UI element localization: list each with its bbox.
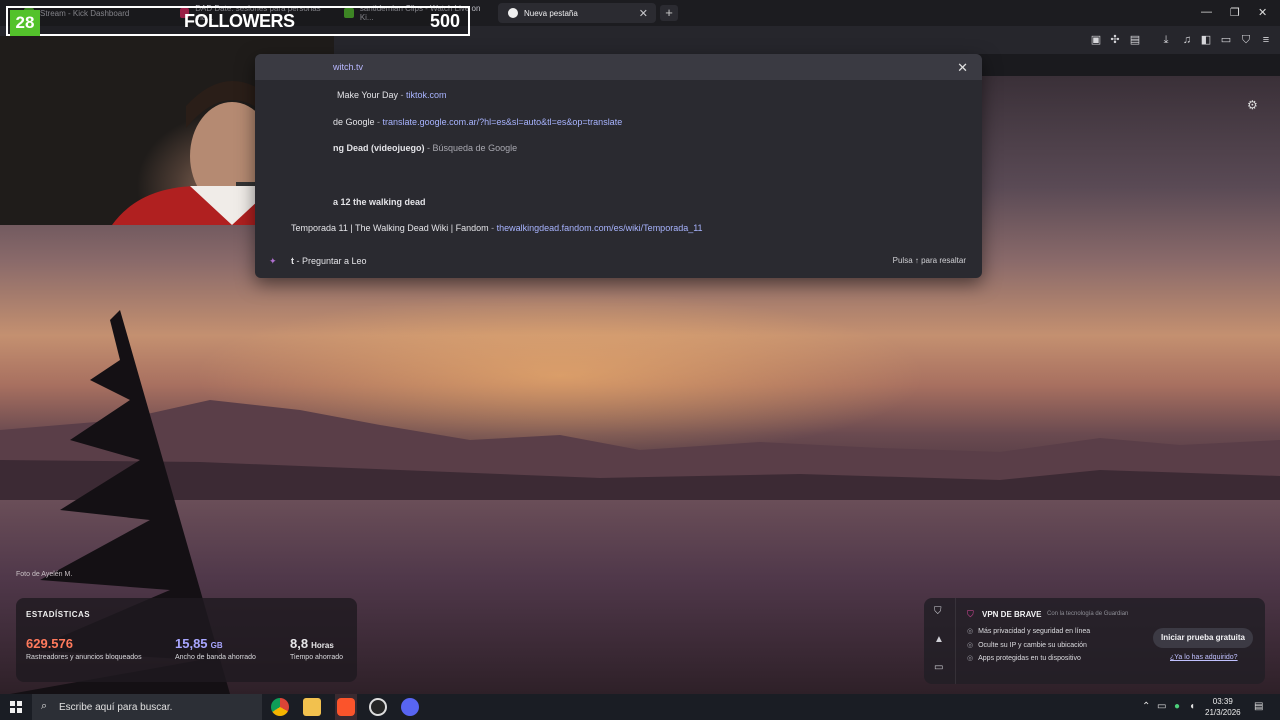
network-icon[interactable]: ▭ <box>1157 701 1166 712</box>
taskbar-search[interactable]: ⌕ Escribe aquí para buscar. <box>32 694 262 720</box>
followers-goal: 500 <box>429 11 460 31</box>
vpn-logo-icon: ⛉ <box>967 609 974 619</box>
vpn-tech-label: Con la tecnología de Guardian <box>1047 611 1129 617</box>
vpn-title: VPN DE BRAVE <box>982 610 1042 619</box>
reader-icon[interactable]: ▤ <box>1128 34 1142 46</box>
highlight-hint: Pulsa ↑ para resaltar <box>892 256 966 265</box>
status-dot-icon[interactable]: ● <box>1174 701 1180 712</box>
already-purchased-link[interactable]: ¿Ya lo has adquirido? <box>1170 654 1238 661</box>
check-icon: ◎ <box>967 655 974 662</box>
followers-goal-widget: 28 FOLLOWERS 500 <box>6 6 470 36</box>
brave-tab-icon <box>508 8 518 18</box>
warning-icon[interactable]: ▲ <box>934 634 944 645</box>
card-icon[interactable]: ▭ <box>934 662 943 673</box>
close-tab-icon[interactable]: ✕ <box>639 7 648 20</box>
windows-taskbar: ⌕ Escribe aquí para buscar. ⌃ ▭ ● ◖ 03:3… <box>0 694 1280 720</box>
stats-title: ESTADÍSTICAS <box>26 610 91 619</box>
suggestion-row[interactable]: ng Dead (videojuego) - Búsqueda de Googl… <box>333 143 517 153</box>
widget-rail: ⛉ ▲ ▭ <box>924 598 956 684</box>
file-explorer-icon[interactable] <box>303 698 321 716</box>
vpn-feature: ◎ Oculte su IP y cambie su ubicación <box>967 642 1087 649</box>
check-icon: ◎ <box>967 628 974 635</box>
suggestion-row[interactable]: Temporada 11 | The Walking Dead Wiki | F… <box>291 223 703 233</box>
brave-vpn-widget: ⛉ ▲ ▭ ⛉ VPN DE BRAVE Con la tecnología d… <box>924 598 1265 684</box>
sidebar-icon[interactable]: ◧ <box>1199 34 1213 46</box>
suggestion-row[interactable]: Make Your Day - tiktok.com <box>337 90 447 100</box>
new-tab-button[interactable]: + <box>660 5 678 21</box>
suggestion-row[interactable]: a 12 the walking dead <box>333 197 426 207</box>
gear-icon[interactable]: ⚙ <box>1247 98 1258 112</box>
maximize-icon[interactable]: ❐ <box>1230 6 1240 19</box>
close-icon[interactable]: ✕ <box>957 60 968 76</box>
vpn-feature: ◎ Más privacidad y seguridad en línea <box>967 628 1091 635</box>
menu-icon[interactable]: ≡ <box>1259 34 1273 46</box>
vpn-shield-icon[interactable]: ⛉ <box>934 606 942 617</box>
stat-time-saved: 8,8 Horas Tiempo ahorrado <box>290 636 344 661</box>
photo-credit[interactable]: Foto de Ayelén M. <box>16 571 72 578</box>
taskbar-clock[interactable]: 03:39 21/3/2026 <box>1205 696 1241 718</box>
address-bar-text[interactable]: witch.tv <box>333 62 363 72</box>
start-trial-button[interactable]: Iniciar prueba gratuita <box>1153 628 1253 648</box>
chevron-up-icon[interactable]: ⌃ <box>1142 701 1150 712</box>
tab-new-tab[interactable]: Nueva pestaña ✕ <box>498 3 656 23</box>
followers-count: 28 <box>10 10 40 36</box>
volume-icon[interactable]: ◖ <box>1189 701 1195 712</box>
brave-icon <box>337 698 355 716</box>
minimize-icon[interactable]: — <box>1201 6 1212 18</box>
download-icon[interactable]: ⤓ <box>1159 34 1173 46</box>
chrome-icon[interactable] <box>271 698 289 716</box>
search-icon: ⌕ <box>41 700 48 712</box>
stat-trackers: 629.576 Rastreadores y anuncios bloquead… <box>26 636 142 661</box>
stat-bandwidth: 15,85 GB Ancho de banda ahorrado <box>175 636 256 661</box>
close-window-icon[interactable]: ✕ <box>1258 6 1267 19</box>
suggestion-row[interactable]: de Google - translate.google.com.ar/?hl=… <box>333 117 622 127</box>
vpn-shield-icon[interactable]: ⛉ <box>1239 34 1253 46</box>
vpn-feature: ◎ Apps protegidas en tu dispositivo <box>967 655 1081 662</box>
obs-icon[interactable] <box>369 698 387 716</box>
stats-widget: ESTADÍSTICAS 629.576 Rastreadores y anun… <box>16 598 357 682</box>
ask-leo-row[interactable]: t - Preguntar a Leo <box>291 256 367 266</box>
discord-icon[interactable] <box>401 698 419 716</box>
wallet-icon[interactable]: ▭ <box>1219 34 1233 46</box>
leo-ai-icon: ✦ <box>269 256 277 266</box>
search-placeholder: Escribe aquí para buscar. <box>59 702 173 713</box>
address-bar[interactable] <box>255 54 982 80</box>
omnibox-suggestions: witch.tv ✕ Make Your Day - tiktok.com de… <box>255 54 982 278</box>
twitch-extension-icon[interactable]: ▣ <box>1089 34 1103 46</box>
windows-start-icon[interactable] <box>10 701 22 713</box>
music-icon[interactable]: ♫ <box>1180 34 1194 46</box>
check-icon: ◎ <box>967 642 974 649</box>
notifications-icon[interactable]: ▤ <box>1254 701 1263 712</box>
followers-label: FOLLOWERS <box>184 11 295 31</box>
extensions-icon[interactable]: ✣ <box>1108 34 1122 46</box>
